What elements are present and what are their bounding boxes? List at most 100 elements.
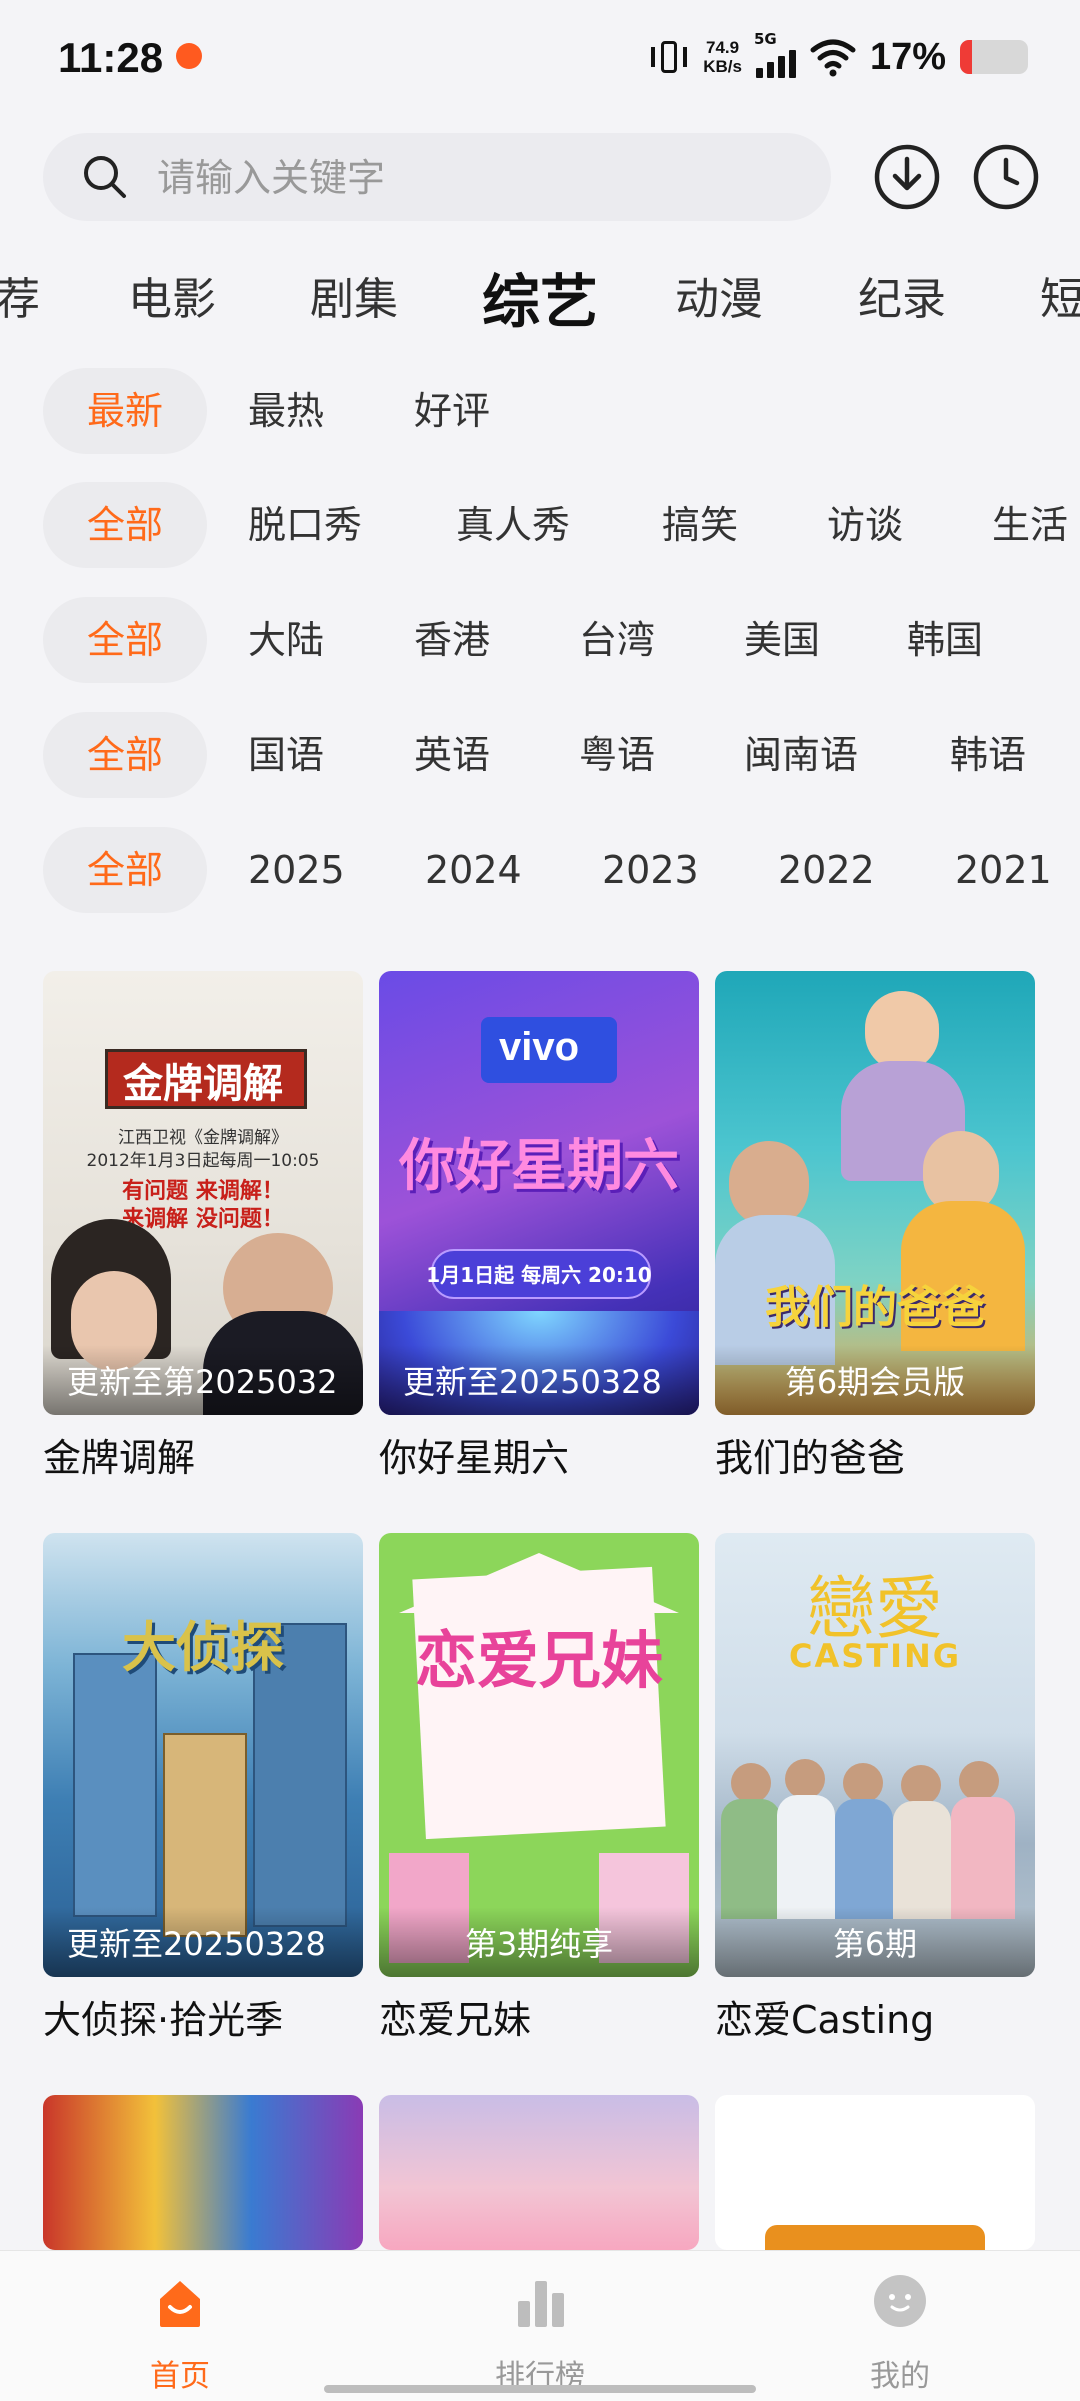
search-bar[interactable] bbox=[43, 133, 831, 221]
show-title: 金牌调解 bbox=[43, 1436, 196, 1480]
tab-documentary[interactable]: 纪录 bbox=[858, 263, 946, 327]
poster-image: vivo 你好星期六 1月1日起 每周六 20:10 更新至20250328 bbox=[379, 971, 699, 1415]
show-card[interactable]: 我们的爸爸 第6期会员版 我们的爸爸 bbox=[715, 971, 1035, 1482]
show-card[interactable]: vivo 你好星期六 1月1日起 每周六 20:10 更新至20250328 你… bbox=[379, 971, 699, 1482]
episode-badge: 更新至20250328 bbox=[67, 1925, 326, 1963]
filter-chip[interactable]: 英语 bbox=[414, 712, 490, 798]
poster-image bbox=[715, 2095, 1035, 2250]
status-time: 11:28 bbox=[58, 34, 164, 81]
notification-icon bbox=[176, 43, 202, 69]
episode-badge: 第3期纯享 bbox=[464, 1925, 614, 1963]
filter-chip[interactable]: 2025 bbox=[248, 827, 345, 913]
wifi-icon bbox=[810, 39, 856, 77]
filter-chip[interactable]: 全部 bbox=[43, 827, 207, 913]
poster-image: 戀愛 CASTING 第6期 bbox=[715, 1533, 1035, 1977]
poster-image: 恋爱兄妹 第3期纯享 bbox=[379, 1533, 699, 1977]
filter-chip[interactable]: 全部 bbox=[43, 482, 207, 568]
show-card[interactable] bbox=[43, 2095, 363, 2250]
show-title: 恋爱兄妹 bbox=[379, 1998, 532, 2042]
filter-chip[interactable]: 大陆 bbox=[248, 597, 324, 683]
tab-short[interactable]: 短 bbox=[1040, 263, 1080, 327]
filter-chip[interactable]: 2022 bbox=[778, 827, 875, 913]
poster-image: 我们的爸爸 第6期会员版 bbox=[715, 971, 1035, 1415]
show-card[interactable]: 金牌调解 江西卫视《金牌调解》 2012年1月3日起每周一10:05 有问题 来… bbox=[43, 971, 363, 1482]
show-card[interactable]: 大侦探 更新至20250328 大侦探·拾光季 bbox=[43, 1533, 363, 2044]
network-type: 5G bbox=[753, 30, 777, 48]
filter-chip[interactable]: 美国 bbox=[744, 597, 820, 683]
filter-chip[interactable]: 全部 bbox=[43, 712, 207, 798]
filter-chip[interactable]: 粤语 bbox=[579, 712, 655, 798]
show-title: 你好星期六 bbox=[379, 1436, 570, 1480]
nav-ranking[interactable]: 排行榜 bbox=[440, 2251, 640, 2401]
show-title: 我们的爸爸 bbox=[715, 1436, 906, 1480]
filter-chip[interactable]: 全部 bbox=[43, 597, 207, 683]
filter-row-genre: 全部 脱口秀 真人秀 搞笑 访谈 生活 bbox=[0, 482, 1080, 568]
filter-chip[interactable]: 2023 bbox=[602, 827, 699, 913]
filter-chip[interactable]: 好评 bbox=[414, 368, 490, 454]
episode-badge: 第6期 bbox=[832, 1925, 918, 1963]
filter-chip[interactable]: 2024 bbox=[425, 827, 522, 913]
filter-chip[interactable]: 访谈 bbox=[827, 482, 903, 568]
filter-chip[interactable]: 2021 bbox=[955, 827, 1052, 913]
filter-row-year: 全部 2025 2024 2023 2022 2021 bbox=[0, 827, 1080, 913]
bottom-nav: 首页 排行榜 我的 bbox=[0, 2250, 1080, 2401]
filter-chip[interactable]: 最热 bbox=[248, 368, 324, 454]
tab-anime[interactable]: 动漫 bbox=[675, 263, 763, 327]
filter-chip[interactable]: 台湾 bbox=[579, 597, 655, 683]
poster-image: 大侦探 更新至20250328 bbox=[43, 1533, 363, 1977]
show-card[interactable]: 戀愛 CASTING 第6期 恋爱Casting bbox=[715, 1533, 1035, 2044]
network-speed: 74.9 KB/s bbox=[703, 38, 742, 76]
tab-series[interactable]: 剧集 bbox=[310, 263, 398, 327]
episode-badge: 更新至20250328 bbox=[403, 1363, 662, 1401]
filter-row-language: 全部 国语 英语 粤语 闽南语 韩语 bbox=[0, 712, 1080, 798]
signal-icon: 5G bbox=[754, 30, 796, 78]
filter-row-sort: 最新 最热 好评 bbox=[0, 368, 1080, 454]
filter-chip[interactable]: 真人秀 bbox=[456, 482, 570, 568]
filter-row-region: 全部 大陆 香港 台湾 美国 韩国 bbox=[0, 597, 1080, 683]
vibrate-icon bbox=[649, 37, 689, 77]
show-card[interactable]: 恋爱兄妹 第3期纯享 恋爱兄妹 bbox=[379, 1533, 699, 2044]
profile-icon bbox=[874, 2275, 926, 2327]
search-input[interactable] bbox=[155, 151, 799, 205]
filter-chip[interactable]: 脱口秀 bbox=[248, 482, 362, 568]
show-card[interactable] bbox=[379, 2095, 699, 2250]
battery-percent: 17% bbox=[869, 35, 946, 78]
filter-chip[interactable]: 闽南语 bbox=[744, 712, 858, 798]
download-icon[interactable] bbox=[872, 142, 942, 212]
show-title: 恋爱Casting bbox=[715, 1998, 935, 2042]
episode-badge: 更新至第2025032 bbox=[67, 1363, 338, 1401]
tab-movie[interactable]: 电影 bbox=[128, 263, 216, 327]
tab-variety[interactable]: 综艺 bbox=[482, 255, 598, 335]
nav-home[interactable]: 首页 bbox=[80, 2251, 280, 2401]
poster-image bbox=[43, 2095, 363, 2250]
filter-chip[interactable]: 生活 bbox=[992, 482, 1068, 568]
filter-chip[interactable]: 最新 bbox=[43, 368, 207, 454]
ranking-icon bbox=[518, 2281, 564, 2327]
battery-icon bbox=[960, 40, 1028, 74]
nav-profile[interactable]: 我的 bbox=[800, 2251, 1000, 2401]
home-indicator[interactable] bbox=[324, 2385, 756, 2393]
nav-label: 首页 bbox=[150, 2359, 210, 2394]
status-bar: 11:28 74.9 KB/s 5G 17% bbox=[0, 0, 1080, 115]
poster-title: 金牌调解 bbox=[123, 1061, 283, 1107]
tab-recommend[interactable]: 荐 bbox=[0, 263, 40, 327]
filter-chip[interactable]: 搞笑 bbox=[662, 482, 738, 568]
filter-chip[interactable]: 国语 bbox=[248, 712, 324, 798]
nav-label: 我的 bbox=[870, 2359, 930, 2394]
home-icon bbox=[160, 2281, 200, 2327]
filter-chip[interactable]: 香港 bbox=[414, 597, 490, 683]
poster-title: 你好星期六 bbox=[399, 1134, 679, 1199]
poster-image: 金牌调解 江西卫视《金牌调解》 2012年1月3日起每周一10:05 有问题 来… bbox=[43, 971, 363, 1415]
poster-title: 我们的爸爸 bbox=[765, 1282, 985, 1333]
search-icon bbox=[84, 156, 126, 198]
filter-chip[interactable]: 韩国 bbox=[907, 597, 983, 683]
episode-badge: 第6期会员版 bbox=[784, 1363, 966, 1401]
poster-title: 恋爱兄妹 bbox=[414, 1624, 663, 1697]
category-tabs: 荐 电影 剧集 综艺 动漫 纪录 短 bbox=[0, 255, 1080, 335]
filter-chip[interactable]: 韩语 bbox=[950, 712, 1026, 798]
show-card[interactable] bbox=[715, 2095, 1035, 2250]
poster-title: 大侦探 bbox=[122, 1616, 284, 1679]
poster-image bbox=[379, 2095, 699, 2250]
poster-brand: vivo bbox=[498, 1025, 580, 1069]
history-icon[interactable] bbox=[971, 142, 1041, 212]
